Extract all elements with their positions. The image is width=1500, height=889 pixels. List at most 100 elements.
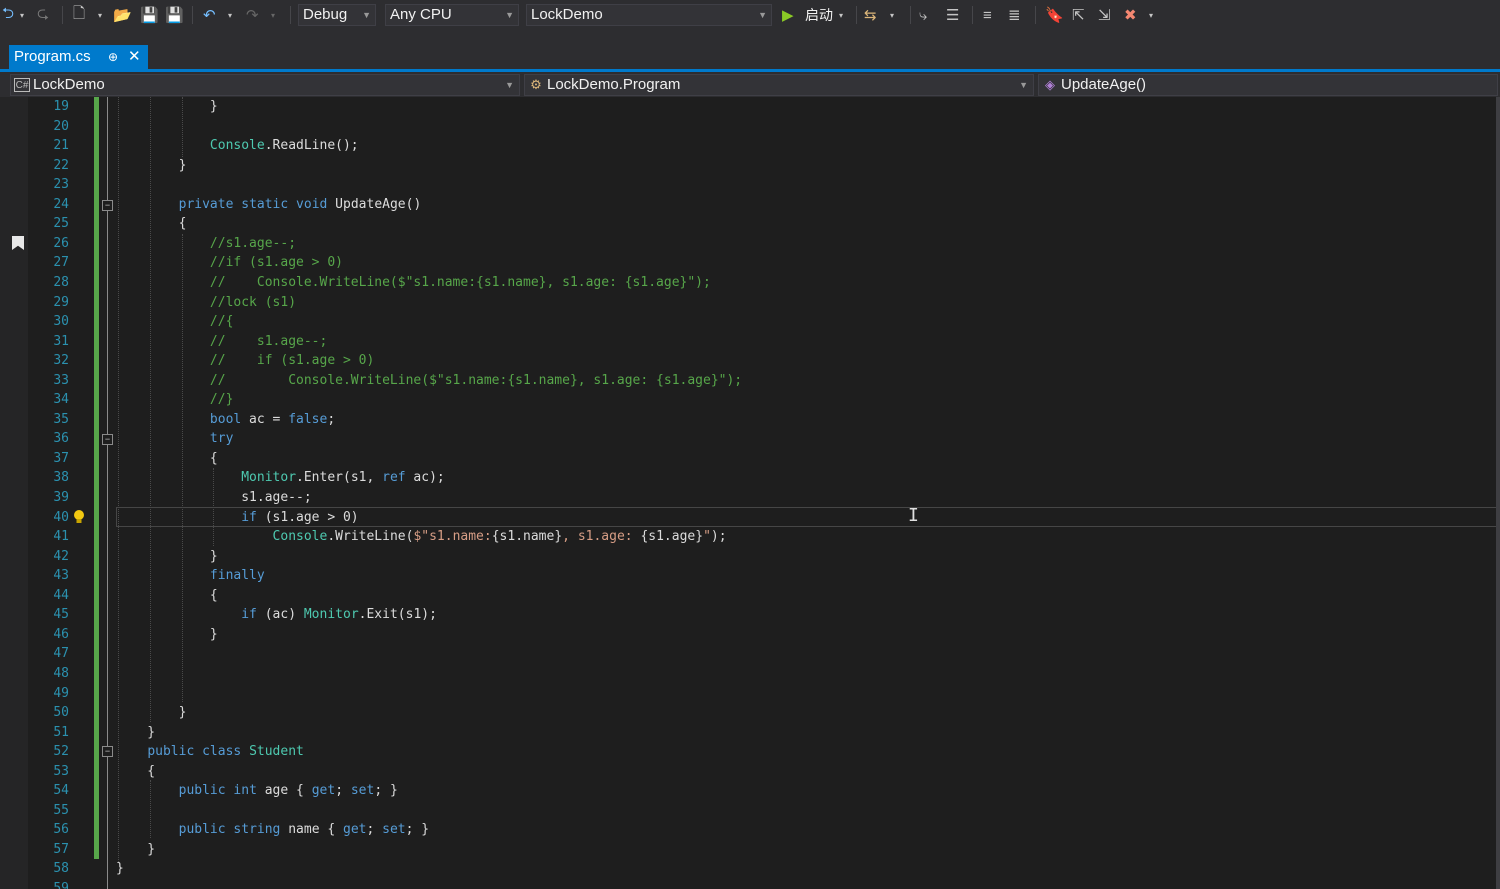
start-play-icon[interactable]: ▶ [782,4,794,26]
code-line[interactable]: //{ [116,312,233,332]
previous-bookmark-icon[interactable]: ⇱ [1072,4,1085,26]
line-number: 38 [53,470,69,486]
toolbar-separator [62,6,63,24]
bookmark-icon[interactable] [12,236,24,250]
lightbulb-icon[interactable] [72,509,86,525]
method-icon: ◈ [1045,77,1055,92]
uncomment-lines-icon[interactable]: ≣ [1008,4,1021,26]
code-line[interactable]: //s1.age--; [116,234,296,254]
code-line[interactable]: if (ac) Monitor.Exit(s1); [116,605,437,625]
code-line[interactable]: // Console.WriteLine($"s1.name:{s1.name}… [116,273,711,293]
code-line[interactable]: { [116,762,155,782]
code-line[interactable]: Monitor.Enter(s1, ref ac); [116,468,445,488]
collapse-region-icon[interactable]: − [102,200,113,211]
chevron-down-icon[interactable]: ▾ [839,4,843,26]
open-folder-icon[interactable]: 📂 [113,4,132,26]
chevron-down-icon: ▼ [505,10,514,20]
type-dropdown[interactable]: ⚙ LockDemo.Program ▼ [524,74,1034,96]
code-editor[interactable]: 19 20 21 22 23 24 25 26 27 28 29 30 31 32 33 34 35 36 37 38… [0,97,1500,889]
collapse-region-icon[interactable]: − [102,434,113,445]
bookmark-icon[interactable]: 🔖 [1045,4,1064,26]
start-button-label[interactable]: 启动 [805,4,833,26]
code-line[interactable]: // Console.WriteLine($"s1.name:{s1.name}… [116,371,742,391]
line-number: 19 [53,99,69,114]
toolbar-separator [972,6,973,24]
line-number: 27 [53,255,69,271]
glyph-margin[interactable] [0,97,28,889]
browser-link-icon[interactable]: ⇆ [864,4,877,26]
chevron-down-icon[interactable]: ▾ [98,4,102,26]
line-number: 26 [53,235,69,251]
chevron-down-icon[interactable]: ▾ [1149,4,1153,26]
code-line[interactable]: Console.WriteLine($"s1.name:{s1.name}, s… [116,527,727,547]
code-line[interactable]: s1.age--; [116,488,311,508]
tab-program-cs[interactable]: Program.cs ⊕ ✕ [9,45,148,69]
code-line[interactable]: bool ac = false; [116,410,335,430]
startup-project-dropdown[interactable]: LockDemo ▼ [526,4,772,26]
member-value: UpdateAge() [1061,76,1147,93]
line-number: 58 [53,861,69,877]
code-line[interactable]: // s1.age--; [116,332,327,352]
undo-icon[interactable]: ↶ [203,4,216,26]
clear-bookmarks-icon[interactable]: ✖ [1124,4,1137,26]
next-bookmark-icon[interactable]: ⇲ [1098,4,1111,26]
code-line[interactable]: } [116,859,124,879]
toolbar-separator [910,6,911,24]
line-number: 40 [53,509,69,525]
line-number: 39 [53,490,69,505]
toolbar-separator [1035,6,1036,24]
line-number: 51 [53,724,69,740]
line-number: 29 [53,294,69,310]
code-line[interactable]: { [116,586,218,606]
code-line[interactable]: { [116,449,218,469]
step-into-specific-icon[interactable]: ⤷ [919,4,927,26]
code-line[interactable]: public class Student [116,742,304,762]
document-outline-icon[interactable]: ☰ [946,4,959,26]
code-line[interactable]: } [116,703,187,723]
code-line[interactable]: } [116,840,155,860]
code-line[interactable]: } [116,723,155,743]
member-dropdown[interactable]: ◈ UpdateAge() [1038,74,1498,96]
line-number: 21 [53,138,69,154]
chevron-down-icon[interactable]: ▾ [890,4,894,26]
chevron-down-icon[interactable]: ▾ [271,4,275,26]
line-number: 50 [53,705,69,721]
code-line[interactable]: } [116,547,218,567]
code-line[interactable]: } [116,97,218,117]
platform-dropdown[interactable]: Any CPU ▼ [385,4,519,26]
close-icon[interactable]: ✕ [128,45,141,69]
navigate-back-icon[interactable]: ⮌ [2,4,14,26]
code-line[interactable]: //lock (s1) [116,293,296,313]
code-line[interactable]: } [116,156,187,176]
code-line[interactable]: if (s1.age > 0) [116,508,358,528]
code-line[interactable]: //if (s1.age > 0) [116,253,343,273]
code-line[interactable]: public int age { get; set; } [116,781,398,801]
pin-icon[interactable]: ⊕ [108,45,118,69]
code-line[interactable]: { [116,214,187,234]
code-line[interactable]: finally [116,566,265,586]
collapse-region-icon[interactable]: − [102,746,113,757]
code-line[interactable]: try [116,429,233,449]
redo-icon[interactable]: ↷ [246,4,259,26]
code-line[interactable]: private static void UpdateAge() [116,195,422,215]
project-dropdown[interactable]: C# LockDemo ▼ [10,74,520,96]
comment-lines-icon[interactable]: ≡ [983,4,992,26]
navigate-forward-icon[interactable]: ⮎ [37,4,49,26]
code-line[interactable]: public string name { get; set; } [116,820,430,840]
line-number: 33 [53,372,69,388]
line-number: 35 [53,411,69,427]
configuration-value: Debug [303,6,348,23]
save-icon[interactable]: 💾 [140,4,159,26]
chevron-down-icon[interactable]: ▾ [228,4,232,26]
code-line[interactable]: } [116,625,218,645]
configuration-dropdown[interactable]: Debug ▼ [298,4,376,26]
code-line[interactable]: // if (s1.age > 0) [116,351,374,371]
line-number: 52 [53,744,69,760]
code-line[interactable]: //} [116,390,233,410]
save-all-icon[interactable]: 💾 [165,4,184,26]
chevron-down-icon: ▼ [505,80,514,90]
new-project-icon[interactable]: 🗋 [73,4,85,26]
code-line[interactable]: Console.ReadLine(); [116,136,359,156]
chevron-down-icon[interactable]: ▾ [20,4,24,26]
vertical-scrollbar[interactable] [1496,97,1500,889]
